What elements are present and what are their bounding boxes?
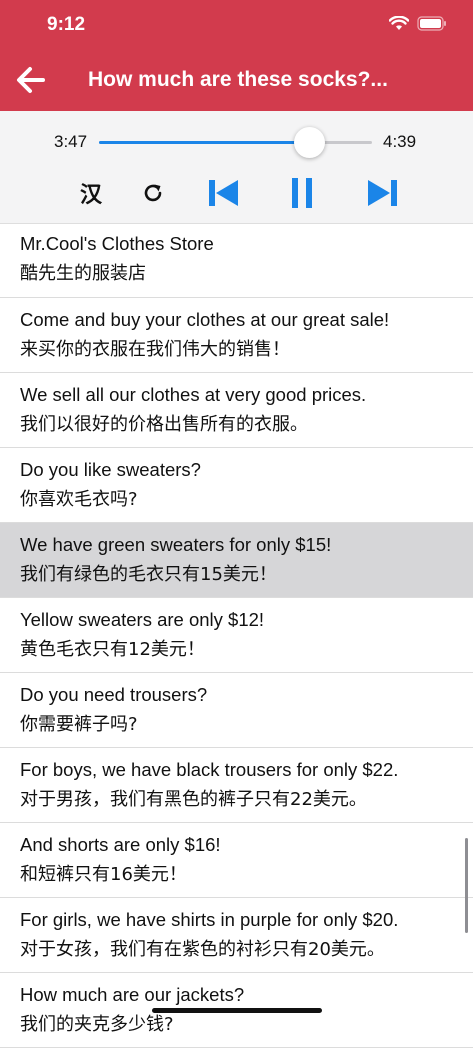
playback-controls: 汉	[0, 173, 473, 213]
transcript-row[interactable]: Yellow sweaters are only $12! 黄色毛衣只有12美元！	[0, 598, 473, 673]
skip-next-icon[interactable]	[364, 173, 402, 213]
english-line: Do you need trousers?	[20, 684, 208, 705]
page-title: How much are these socks?...	[88, 68, 388, 91]
chinese-line: 你需要裤子吗?	[20, 714, 138, 735]
transcript-row[interactable]: For girls, we have shirts in purple for …	[0, 898, 473, 973]
english-line: Mr.Cool's Clothes Store	[20, 233, 214, 254]
english-line: For girls, we have shirts in purple for …	[20, 909, 399, 930]
chinese-line: 我们以很好的价格出售所有的衣服。	[20, 414, 308, 435]
battery-icon	[417, 16, 446, 31]
english-line: Yellow sweaters are only $12!	[20, 609, 265, 630]
chinese-line: 和短裤只有16美元！	[20, 864, 187, 885]
english-line: For boys, we have black trousers for onl…	[20, 759, 399, 780]
english-line: We sell all our clothes at very good pri…	[20, 384, 367, 405]
transcript-row[interactable]: And shorts are only $16! 和短裤只有16美元！	[0, 823, 473, 898]
repeat-icon[interactable]	[139, 173, 167, 213]
transcript-row[interactable]: For boys, we have black trousers for onl…	[0, 748, 473, 823]
english-line: And shorts are only $16!	[20, 834, 221, 855]
progress-fill	[99, 141, 310, 144]
transcript-row[interactable]: Come and buy your clothes at our great s…	[0, 298, 473, 373]
transcript-row[interactable]: Mr.Cool's Clothes Store 酷先生的服装店	[0, 224, 473, 298]
english-line: Do you like sweaters?	[20, 459, 201, 480]
chinese-line: 酷先生的服装店	[20, 263, 146, 284]
total-time: 4:39	[383, 132, 417, 151]
transcript-list: Mr.Cool's Clothes Store 酷先生的服装店 Come and b…	[0, 224, 473, 1048]
status-time: 9:12	[47, 14, 86, 35]
english-line: How much are our jackets?	[20, 984, 245, 1005]
wifi-icon	[389, 16, 409, 30]
chinese-line: 黄色毛衣只有12美元！	[20, 639, 205, 660]
skip-previous-icon[interactable]	[204, 173, 242, 213]
progress-thumb[interactable]	[294, 127, 326, 158]
transcript-row[interactable]: Do you need trousers? 你需要裤子吗?	[0, 673, 473, 748]
home-indicator[interactable]	[152, 1008, 322, 1013]
app-header: 9:12 How much are these socks?...	[0, 0, 473, 111]
audio-player: 3:47 4:39 汉	[0, 111, 473, 224]
pause-icon[interactable]	[285, 173, 319, 213]
chinese-line: 我们的夹克多少钱?	[20, 1014, 174, 1035]
transcript-row[interactable]: Do you like sweaters? 你喜欢毛衣吗?	[0, 448, 473, 523]
chinese-line: 你喜欢毛衣吗?	[20, 489, 138, 510]
transcript-row[interactable]: We have green sweaters for only $15! 我们有绿…	[0, 523, 473, 598]
chinese-line: 对于男孩，我们有黑色的裤子只有22美元。	[20, 789, 367, 810]
current-time: 3:47	[54, 132, 88, 151]
chinese-line: 对于女孩，我们有在紫色的衬衫只有20美元。	[20, 939, 385, 960]
scrollbar[interactable]	[465, 838, 468, 933]
progress-slider[interactable]	[99, 127, 372, 158]
status-icons	[389, 16, 447, 31]
back-arrow-icon[interactable]	[16, 66, 46, 94]
english-line: Come and buy your clothes at our great s…	[20, 309, 390, 330]
chinese-line: 我们有绿色的毛衣只有15美元！	[20, 564, 277, 585]
hanzi-toggle-button[interactable]: 汉	[77, 173, 105, 213]
english-line: We have green sweaters for only $15!	[20, 534, 332, 555]
chinese-line: 来买你的衣服在我们伟大的销售！	[20, 339, 290, 360]
transcript-row[interactable]: We sell all our clothes at very good pri…	[0, 373, 473, 448]
